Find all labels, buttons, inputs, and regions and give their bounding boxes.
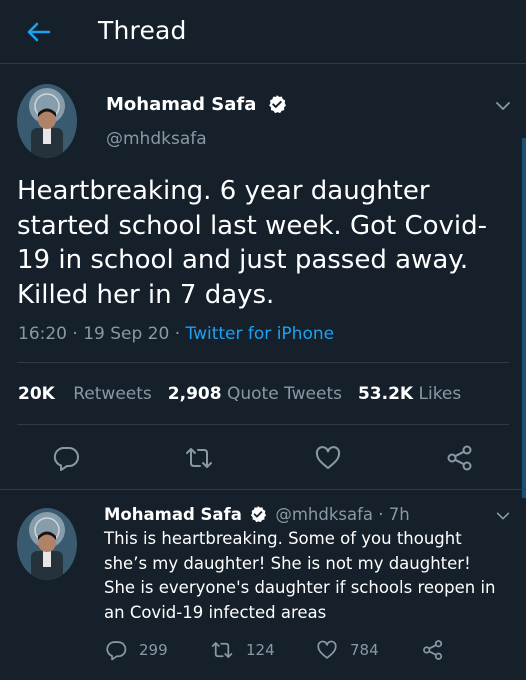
reply-avatar[interactable] (17, 508, 77, 580)
chevron-down-icon[interactable] (493, 96, 513, 116)
author-name[interactable]: Mohamad Safa (106, 92, 287, 118)
retweet-button[interactable]: 124 (210, 636, 275, 664)
reply-button[interactable]: 299 (105, 636, 168, 664)
chevron-down-icon[interactable] (494, 507, 512, 525)
reply-count: 299 (139, 641, 168, 659)
share-icon (423, 640, 443, 660)
divider (17, 424, 509, 425)
quotes-stat[interactable]: 2,908 Quote Tweets (168, 384, 342, 404)
share-button[interactable] (422, 636, 444, 664)
reply-author-name[interactable]: Mohamad Safa (104, 505, 242, 524)
retweet-count: 124 (246, 641, 275, 659)
scrollbar[interactable] (522, 138, 526, 498)
divider (0, 489, 526, 490)
tweet-timestamp: 16:20 · 19 Sep 20 · Twitter for iPhone (18, 322, 334, 346)
page-title: Thread (98, 16, 187, 45)
reply-handle-time[interactable]: @mhdksafa · 7h (275, 505, 409, 524)
like-count: 784 (350, 641, 379, 659)
reply-text: This is heartbreaking. Some of you thoug… (104, 529, 496, 622)
verified-badge-icon (268, 94, 286, 113)
tweet-stats: 20K Retweets 2,908 Quote Tweets 53.2K Like… (18, 381, 461, 407)
timestamp-text: 16:20 · 19 Sep 20 · (18, 324, 186, 344)
reply-action-bar: 299 124 784 (0, 636, 526, 666)
retweet-icon[interactable] (184, 444, 214, 472)
like-button[interactable]: 784 (316, 636, 379, 664)
tweet-text: Heartbreaking. 6 year daughter started s… (17, 176, 488, 310)
thread-header: Thread (0, 0, 526, 64)
arrow-left-icon[interactable] (22, 16, 54, 48)
reply-icon (106, 641, 127, 661)
verified-badge-icon (251, 506, 267, 523)
like-icon (317, 640, 337, 659)
retweet-icon (211, 642, 233, 658)
avatar[interactable] (17, 84, 77, 158)
author-handle[interactable]: @mhdksafa (106, 127, 207, 151)
share-icon[interactable] (446, 444, 474, 472)
reply-header: Mohamad Safa @mhdksafa · 7h (104, 503, 410, 527)
reply-icon[interactable] (52, 444, 80, 472)
likes-stat[interactable]: 53.2K Likes (358, 384, 461, 404)
divider (17, 362, 509, 363)
retweets-stat[interactable]: 20K Retweets (18, 384, 152, 404)
like-icon[interactable] (314, 444, 342, 472)
source-link[interactable]: Twitter for iPhone (186, 324, 335, 344)
